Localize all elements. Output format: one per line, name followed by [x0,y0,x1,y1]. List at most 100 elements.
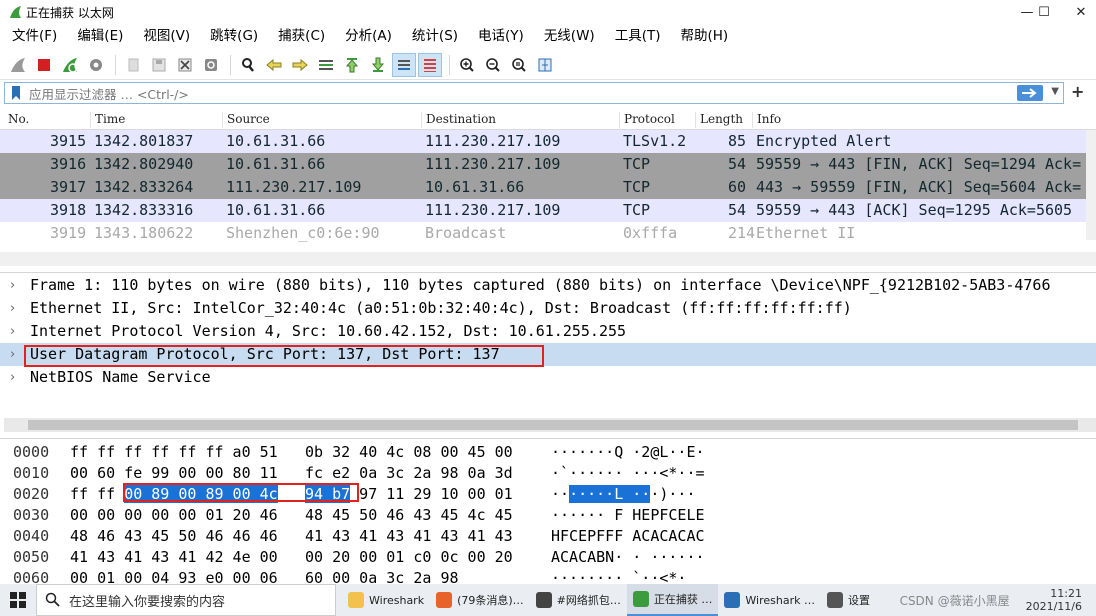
restart-capture-icon[interactable] [58,53,82,77]
go-forward-icon[interactable] [288,53,312,77]
detail-tree-row[interactable]: › Frame 1: 110 bytes on wire (880 bits), … [0,274,1096,297]
hex-bytes-second-half: 48 45 50 46 43 45 4c 45 [305,506,513,524]
close-button[interactable]: ✕ [1058,0,1096,24]
detail-tree-row[interactable]: › NetBIOS Name Service [0,366,1096,389]
capture-options-gear-icon[interactable] [84,53,108,77]
column-info[interactable]: Info [752,112,781,128]
windows-start-icon[interactable] [0,584,36,616]
expand-chevron-icon[interactable]: › [10,366,15,389]
packet-cell-proto: TCP [623,201,651,219]
hex-offset: 0050 [13,548,50,566]
menu-edit[interactable]: 编辑(E) [71,24,129,48]
taskbar-app-button[interactable]: 正在捕获 … [626,584,719,616]
filter-bookmark-icon[interactable] [9,85,23,101]
column-source[interactable]: Source [222,112,270,128]
zoom-in-icon[interactable] [455,53,479,77]
go-last-packet-icon[interactable] [366,53,390,77]
menu-statistics[interactable]: 统计(S) [406,24,464,48]
save-file-icon[interactable] [147,53,171,77]
hex-row: 0040 48 46 43 45 50 46 46 46 41 43 41 43 4… [0,526,1096,547]
hex-offset: 0040 [13,527,50,545]
packet-row[interactable]: 3915 1342.801837 10.61.31.66 111.230.217.10… [0,130,1096,153]
taskbar-app-button[interactable]: Wireshark … [718,584,821,616]
menu-file[interactable]: 文件(F) [6,24,63,48]
packet-cell-info: 443 → 59559 [FIN, ACK] Seq=5604 Ack= [756,178,1082,196]
display-filter-bar[interactable]: 应用显示过滤器 … <Ctrl-/> ▼ [4,82,1064,104]
filter-dropdown-chevron-icon[interactable]: ▼ [1051,86,1059,97]
taskbar-app-button[interactable]: Wireshark [342,584,430,616]
system-tray: CSDN @薇诺小黑屋 11:21 2021/11/6 [900,584,1096,616]
menu-analyze[interactable]: 分析(A) [339,24,398,48]
add-filter-button[interactable]: + [1071,82,1084,101]
packet-cell-time: 1342.802940 [94,155,194,173]
hex-ascii: ACACABN· · ······ [551,548,705,566]
windows-taskbar: 在这里输入你要搜索的内容 Wireshark (79条消息)… #网络抓包… 正在捕获… [0,584,1096,616]
packet-row[interactable]: 3917 1342.833264 111.230.217.109 10.61.31.6… [0,176,1096,199]
packet-cell-len: 60 [728,178,747,196]
expand-chevron-icon[interactable]: › [10,297,15,320]
stop-capture-icon[interactable] [32,53,56,77]
details-scroll-thumb[interactable] [28,420,1078,430]
packet-list-horizontal-scrollbar[interactable] [0,252,1096,266]
hex-ascii: ······ F HEPFCELE [551,506,705,524]
title-bar: 正在捕获 以太网 [0,0,1096,24]
menu-wireless[interactable]: 无线(W) [538,24,601,48]
open-file-icon[interactable] [121,53,145,77]
expand-chevron-icon[interactable]: › [10,320,15,343]
start-capture-fin-icon[interactable] [6,53,30,77]
zoom-out-icon[interactable] [481,53,505,77]
taskbar-app-button[interactable]: 设置 [821,584,876,616]
menu-capture[interactable]: 捕获(C) [272,24,331,48]
taskbar-app-button[interactable]: (79条消息)… [430,584,530,616]
column-destination[interactable]: Destination [421,112,496,128]
apply-filter-arrow-icon[interactable] [1017,85,1043,101]
taskbar-clock[interactable]: 11:21 2021/11/6 [1026,587,1082,613]
go-back-icon[interactable] [262,53,286,77]
find-packet-icon[interactable] [236,53,260,77]
go-to-packet-icon[interactable] [314,53,338,77]
menu-go[interactable]: 跳转(G) [204,24,264,48]
hex-bytes-second-half: 00 20 00 01 c0 0c 00 20 [305,548,513,566]
reload-file-icon[interactable] [199,53,223,77]
search-icon [45,592,60,607]
colorize-packets-icon[interactable] [418,52,442,77]
detail-tree-row[interactable]: › Ethernet II, Src: IntelCor_32:40:4c (a0… [0,297,1096,320]
packet-cell-src: 111.230.217.109 [226,178,362,196]
menu-help[interactable]: 帮助(H) [674,24,734,48]
close-file-icon[interactable] [173,53,197,77]
packet-list-vertical-scrollbar[interactable] [1086,130,1096,240]
clock-date: 2021/11/6 [1025,600,1082,613]
packet-row[interactable]: 3916 1342.802940 10.61.31.66 111.230.217.10… [0,153,1096,176]
hex-bytes-plain: ff ff [70,485,125,503]
packet-cell-src: Shenzhen_c0:6e:90 [226,224,380,242]
window-title: 正在捕获 以太网 [26,5,114,20]
hex-bytes-first-half: 41 43 41 43 41 42 4e 00 [70,548,278,566]
taskbar-app-label: Wireshark … [745,593,815,607]
taskbar-search-box[interactable]: 在这里输入你要搜索的内容 [36,584,336,616]
go-first-packet-icon[interactable] [340,53,364,77]
resize-columns-icon[interactable] [533,53,557,77]
hex-ascii-selected: ·····L ·· [569,485,651,503]
menu-view[interactable]: 视图(V) [137,24,196,48]
detail-text: Ethernet II, Src: IntelCor_32:40:4c (a0:… [30,299,852,317]
detail-tree-row[interactable]: › Internet Protocol Version 4, Src: 10.60… [0,320,1096,343]
auto-scroll-icon[interactable] [392,52,416,77]
packet-row[interactable]: 3918 1342.833316 10.61.31.66 111.230.217.10… [0,199,1096,222]
column-no[interactable]: No. [4,112,29,128]
menu-telephony[interactable]: 电话(Y) [472,24,530,48]
expand-chevron-icon[interactable]: › [10,274,15,297]
column-protocol[interactable]: Protocol [619,112,675,128]
menu-tools[interactable]: 工具(T) [609,24,667,48]
expand-chevron-icon[interactable]: › [10,343,15,366]
hex-ascii: ·`······ ···<*··= [551,464,705,482]
detail-text: Internet Protocol Version 4, Src: 10.60.… [30,322,627,340]
details-horizontal-scrollbar[interactable] [4,418,1096,432]
column-length[interactable]: Length [695,112,743,128]
taskbar-app-label: (79条消息)… [457,594,524,607]
hex-offset: 0000 [13,443,50,461]
zoom-normal-icon[interactable] [507,53,531,77]
column-time[interactable]: Time [90,112,125,128]
packet-row[interactable]: 3919 1343.180622 Shenzhen_c0:6e:90 Broadcas… [0,222,1096,245]
hex-bytes-first-half: ff ff ff ff ff ff a0 51 [70,443,278,461]
taskbar-app-button[interactable]: #网络抓包… [530,584,627,616]
